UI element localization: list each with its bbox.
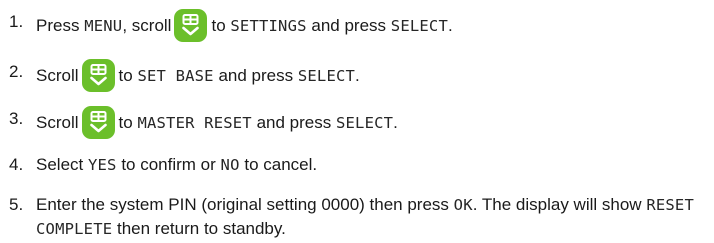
text: then return to standby.	[117, 219, 286, 238]
step-3: 3. Scroll to MASTER RESET and press SELEC…	[9, 106, 398, 140]
step-text: Scroll to SET BASE and press SELECT.	[36, 59, 360, 93]
text: to	[211, 15, 226, 35]
text: and press	[256, 112, 332, 132]
text: Select	[36, 155, 84, 174]
phonebook-scroll-down-key-icon	[81, 59, 115, 92]
text: Scroll	[36, 65, 79, 85]
display-term-select: SELECT	[390, 16, 448, 35]
display-term-settings: SETTINGS	[230, 16, 307, 35]
phonebook-scroll-down-key-icon	[81, 106, 115, 139]
step-number: 2.	[9, 62, 24, 81]
display-term-master-reset: MASTER RESET	[137, 113, 252, 132]
text: Scroll	[36, 112, 79, 132]
display-term-set-base: SET BASE	[137, 66, 214, 85]
text: .	[448, 15, 453, 35]
step-text: Press MENU, scroll to SETTINGS and press …	[36, 9, 453, 43]
text: Enter the system PIN (original setting 0…	[36, 195, 449, 214]
text: to cancel.	[244, 155, 318, 174]
step-text: Select YES to confirm or NO to cancel.	[36, 153, 317, 177]
step-text: Scroll to MASTER RESET and press SELECT.	[36, 106, 398, 140]
step-1: 1. Press MENU, scroll to SETTINGS and pre…	[9, 9, 453, 43]
step-2: 2. Scroll to SET BASE and press SELECT.	[9, 59, 360, 93]
text: and press	[218, 65, 294, 85]
step-4: 4. Select YES to confirm or NO to cancel…	[9, 153, 317, 177]
step-number: 3.	[9, 109, 24, 128]
display-term-yes: YES	[87, 156, 117, 174]
step-number: 5.	[9, 195, 24, 214]
text: , scroll	[122, 15, 172, 35]
phonebook-scroll-down-key-icon	[174, 9, 208, 42]
step-text: Enter the system PIN (original setting 0…	[36, 193, 709, 241]
text: to confirm or	[121, 155, 216, 174]
text: Press	[36, 15, 80, 35]
display-term-select: SELECT	[297, 66, 356, 85]
text: to	[118, 65, 133, 85]
step-number: 4.	[9, 155, 24, 174]
display-term-menu: MENU	[84, 16, 123, 35]
display-term-no: NO	[220, 156, 240, 174]
text: to	[118, 112, 133, 132]
step-number: 1.	[9, 12, 24, 31]
text: . The display will show	[472, 195, 642, 214]
text: .	[393, 112, 398, 132]
step-5: 5. Enter the system PIN (original settin…	[9, 193, 709, 241]
text: .	[355, 65, 360, 85]
display-term-select: SELECT	[335, 113, 394, 132]
display-term-ok: OK	[453, 196, 473, 214]
text: and press	[311, 15, 387, 35]
